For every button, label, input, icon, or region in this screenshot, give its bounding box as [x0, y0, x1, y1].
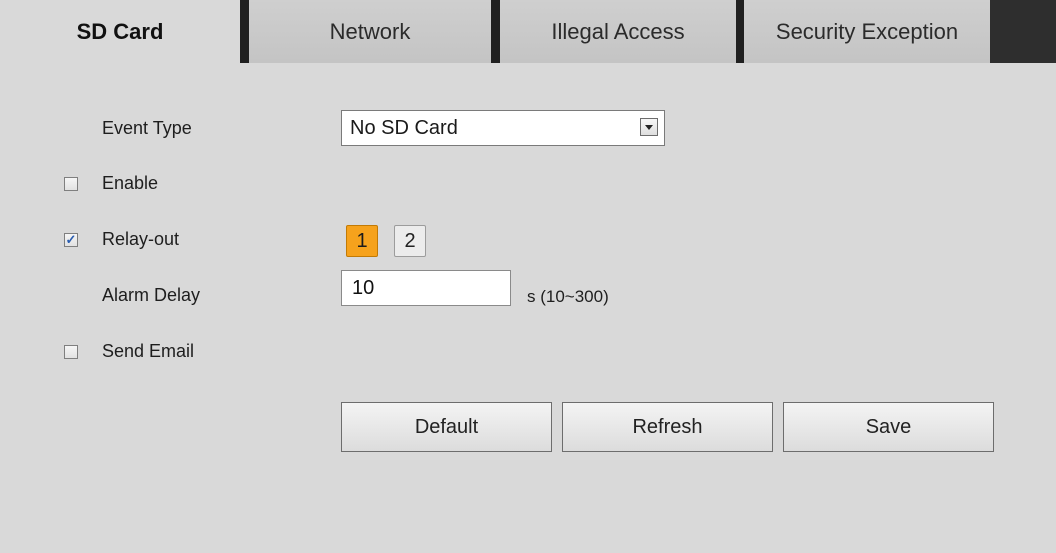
alarm-delay-unit: s (10~300): [527, 287, 609, 306]
tab-divider: [736, 0, 744, 63]
chevron-down-icon[interactable]: [640, 118, 658, 136]
tab-divider: [491, 0, 500, 63]
alarm-delay-label: Alarm Delay: [102, 285, 201, 305]
send-email-label: Send Email: [102, 341, 195, 361]
event-type-select[interactable]: No SD Card: [341, 110, 665, 146]
checkmark-icon: ✓: [65, 232, 77, 247]
tab-divider: [240, 0, 249, 63]
event-type-value: No SD Card: [350, 117, 458, 139]
alarm-delay-input[interactable]: [341, 270, 511, 306]
enable-checkbox[interactable]: [64, 177, 78, 191]
refresh-button[interactable]: Refresh: [562, 402, 773, 452]
tab-security-exception[interactable]: Security Exception: [744, 0, 990, 63]
send-email-checkbox[interactable]: [64, 345, 78, 359]
relay-out-checkbox[interactable]: ✓: [64, 233, 78, 247]
relay-channel-1-button[interactable]: 1: [346, 225, 378, 257]
tab-bar: SD Card Network Illegal Access Security …: [0, 0, 1056, 63]
tab-sd-card[interactable]: SD Card: [0, 0, 240, 63]
default-button[interactable]: Default: [341, 402, 552, 452]
enable-label: Enable: [102, 173, 159, 193]
tab-illegal-access[interactable]: Illegal Access: [500, 0, 736, 63]
relay-channel-2-button[interactable]: 2: [394, 225, 426, 257]
save-button[interactable]: Save: [783, 402, 994, 452]
tab-network[interactable]: Network: [249, 0, 491, 63]
tab-bar-end: [990, 0, 1056, 63]
event-type-label: Event Type: [102, 118, 192, 138]
relay-out-label: Relay-out: [102, 229, 180, 249]
